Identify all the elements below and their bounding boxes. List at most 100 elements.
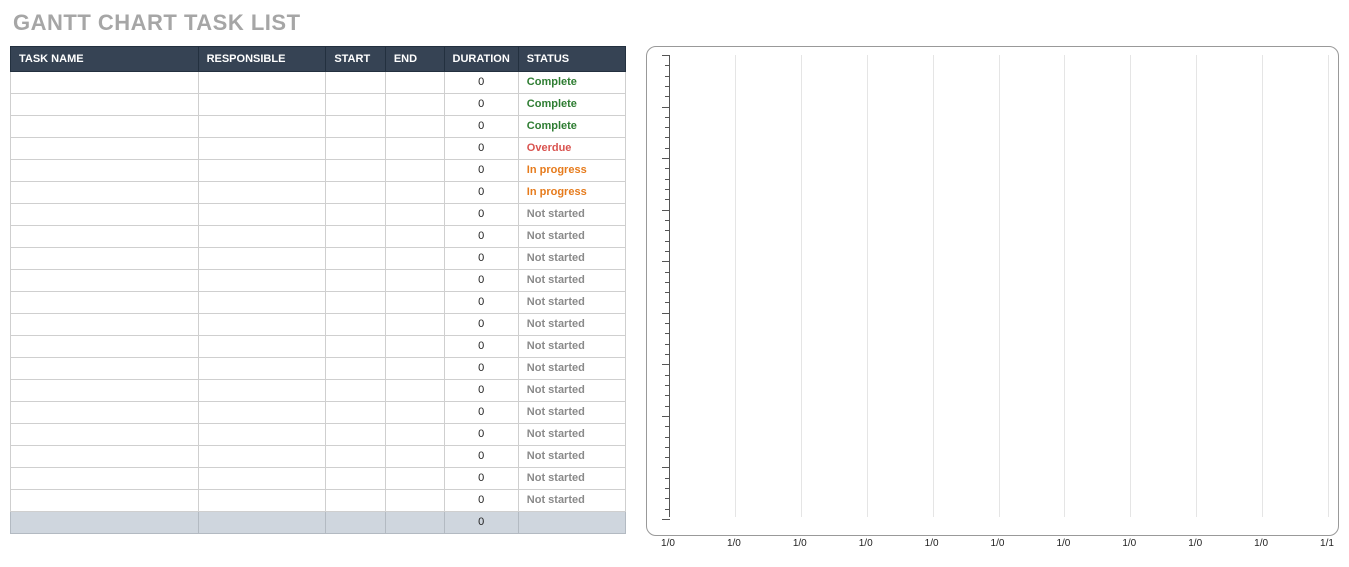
cell-start[interactable] <box>326 446 386 468</box>
cell-responsible[interactable] <box>198 138 326 160</box>
cell-responsible[interactable] <box>198 292 326 314</box>
cell-task[interactable] <box>11 424 199 446</box>
cell-end[interactable] <box>385 226 444 248</box>
cell-status[interactable]: Not started <box>518 358 625 380</box>
cell-responsible[interactable] <box>198 446 326 468</box>
cell-end[interactable] <box>385 358 444 380</box>
table-row[interactable]: 0Complete <box>11 72 626 94</box>
cell-end[interactable] <box>385 314 444 336</box>
cell-duration[interactable]: 0 <box>444 424 518 446</box>
cell-task[interactable] <box>11 292 199 314</box>
cell-task[interactable] <box>11 380 199 402</box>
cell-end[interactable] <box>385 424 444 446</box>
cell-end[interactable] <box>385 270 444 292</box>
cell-start[interactable] <box>326 358 386 380</box>
cell-start[interactable] <box>326 270 386 292</box>
cell-task[interactable] <box>11 94 199 116</box>
cell-task[interactable] <box>11 336 199 358</box>
cell-start[interactable] <box>326 380 386 402</box>
cell-status[interactable]: Not started <box>518 292 625 314</box>
cell-status[interactable]: Not started <box>518 270 625 292</box>
table-row[interactable]: 0Not started <box>11 402 626 424</box>
cell-end[interactable] <box>385 138 444 160</box>
cell-responsible[interactable] <box>198 72 326 94</box>
cell-status[interactable]: Not started <box>518 314 625 336</box>
cell-end[interactable] <box>385 160 444 182</box>
cell-start[interactable] <box>326 314 386 336</box>
cell-duration[interactable]: 0 <box>444 270 518 292</box>
cell-start[interactable] <box>326 292 386 314</box>
cell-status[interactable]: Not started <box>518 380 625 402</box>
cell-responsible[interactable] <box>198 314 326 336</box>
cell-status[interactable]: Not started <box>518 424 625 446</box>
cell-task[interactable] <box>11 248 199 270</box>
cell-responsible[interactable] <box>198 358 326 380</box>
cell-responsible[interactable] <box>198 468 326 490</box>
cell-start[interactable] <box>326 138 386 160</box>
cell-duration[interactable]: 0 <box>444 380 518 402</box>
cell-start[interactable] <box>326 402 386 424</box>
cell-responsible[interactable] <box>198 204 326 226</box>
table-row[interactable]: 0Overdue <box>11 138 626 160</box>
cell-start[interactable] <box>326 204 386 226</box>
cell-start[interactable] <box>326 182 386 204</box>
cell-end[interactable] <box>385 402 444 424</box>
cell-task[interactable] <box>11 204 199 226</box>
cell-status[interactable]: Complete <box>518 72 625 94</box>
cell-task[interactable] <box>11 226 199 248</box>
cell-duration[interactable]: 0 <box>444 204 518 226</box>
cell-duration[interactable]: 0 <box>444 468 518 490</box>
cell-start[interactable] <box>326 468 386 490</box>
cell-status[interactable]: Not started <box>518 248 625 270</box>
cell-status[interactable]: Not started <box>518 402 625 424</box>
cell-responsible[interactable] <box>198 116 326 138</box>
table-row[interactable]: 0Not started <box>11 204 626 226</box>
cell-end[interactable] <box>385 204 444 226</box>
cell-duration[interactable]: 0 <box>444 160 518 182</box>
cell-status[interactable]: Not started <box>518 204 625 226</box>
cell-status[interactable]: Complete <box>518 116 625 138</box>
cell-duration[interactable]: 0 <box>444 358 518 380</box>
cell-task[interactable] <box>11 270 199 292</box>
cell-start[interactable] <box>326 226 386 248</box>
table-row[interactable]: 0Not started <box>11 468 626 490</box>
cell-task[interactable] <box>11 468 199 490</box>
cell-status[interactable]: Overdue <box>518 138 625 160</box>
cell-duration[interactable]: 0 <box>444 182 518 204</box>
cell-status[interactable]: Not started <box>518 446 625 468</box>
cell-status[interactable]: In progress <box>518 182 625 204</box>
cell-task[interactable] <box>11 182 199 204</box>
cell-task[interactable] <box>11 72 199 94</box>
cell-end[interactable] <box>385 446 444 468</box>
cell-start[interactable] <box>326 490 386 512</box>
table-row[interactable]: 0Complete <box>11 116 626 138</box>
table-row[interactable]: 0Not started <box>11 292 626 314</box>
cell-start[interactable] <box>326 72 386 94</box>
table-row[interactable]: 0Complete <box>11 94 626 116</box>
table-row[interactable]: 0Not started <box>11 270 626 292</box>
cell-end[interactable] <box>385 490 444 512</box>
cell-responsible[interactable] <box>198 424 326 446</box>
cell-end[interactable] <box>385 380 444 402</box>
cell-end[interactable] <box>385 116 444 138</box>
cell-task[interactable] <box>11 402 199 424</box>
cell-responsible[interactable] <box>198 160 326 182</box>
table-row[interactable]: 0In progress <box>11 182 626 204</box>
cell-duration[interactable]: 0 <box>444 138 518 160</box>
cell-responsible[interactable] <box>198 248 326 270</box>
cell-task[interactable] <box>11 160 199 182</box>
table-row[interactable]: 0Not started <box>11 424 626 446</box>
cell-task[interactable] <box>11 358 199 380</box>
cell-task[interactable] <box>11 138 199 160</box>
cell-task[interactable] <box>11 446 199 468</box>
cell-start[interactable] <box>326 160 386 182</box>
cell-start[interactable] <box>326 94 386 116</box>
cell-responsible[interactable] <box>198 336 326 358</box>
cell-duration[interactable]: 0 <box>444 248 518 270</box>
cell-end[interactable] <box>385 336 444 358</box>
cell-responsible[interactable] <box>198 182 326 204</box>
cell-duration[interactable]: 0 <box>444 292 518 314</box>
cell-responsible[interactable] <box>198 94 326 116</box>
cell-responsible[interactable] <box>198 380 326 402</box>
table-row[interactable]: 0Not started <box>11 226 626 248</box>
